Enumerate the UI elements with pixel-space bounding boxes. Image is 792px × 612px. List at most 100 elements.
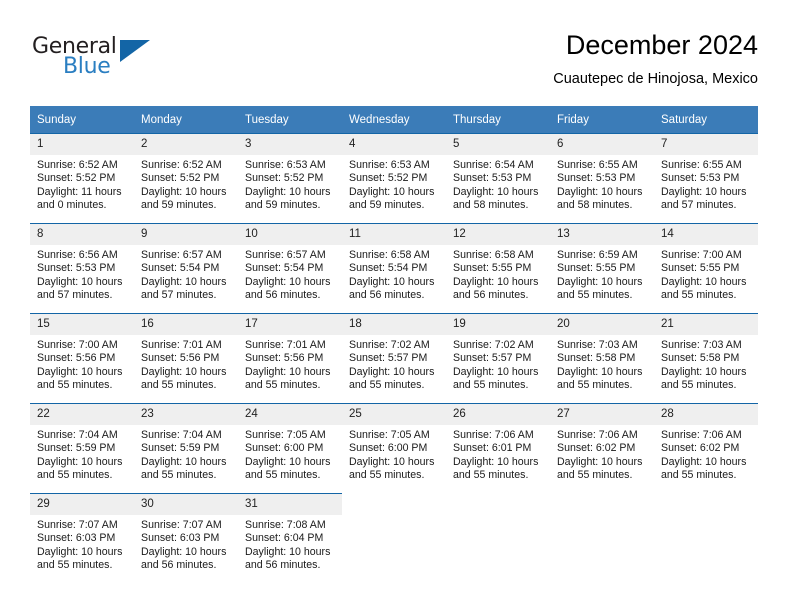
day-cell[interactable]: 3 Sunrise: 6:53 AM Sunset: 5:52 PM Dayli… [238, 133, 342, 224]
day-number: 16 [134, 314, 238, 335]
day-cell[interactable]: 18 Sunrise: 7:02 AM Sunset: 5:57 PM Dayl… [342, 313, 446, 404]
sunrise-text: Sunrise: 7:01 AM [141, 339, 222, 351]
daylight-text-line1: Daylight: 10 hours [349, 185, 435, 198]
day-cell[interactable]: 31 Sunrise: 7:08 AM Sunset: 6:04 PM Dayl… [238, 493, 342, 582]
daylight-text-line2: and 59 minutes. [141, 198, 217, 211]
day-cell[interactable]: 10 Sunrise: 6:57 AM Sunset: 5:54 PM Dayl… [238, 223, 342, 314]
weekday-header-tuesday: Tuesday [238, 106, 342, 134]
day-cell[interactable]: 6 Sunrise: 6:55 AM Sunset: 5:53 PM Dayli… [550, 133, 654, 224]
day-cell[interactable]: 29 Sunrise: 7:07 AM Sunset: 6:03 PM Dayl… [30, 493, 134, 582]
day-cell[interactable]: 27 Sunrise: 7:06 AM Sunset: 6:02 PM Dayl… [550, 403, 654, 494]
day-cell[interactable]: 12 Sunrise: 6:58 AM Sunset: 5:55 PM Dayl… [446, 223, 550, 314]
week-row: 29 Sunrise: 7:07 AM Sunset: 6:03 PM Dayl… [30, 493, 758, 582]
week-row: 8 Sunrise: 6:56 AM Sunset: 5:53 PM Dayli… [30, 223, 758, 314]
day-details: Sunrise: 7:06 AM Sunset: 6:02 PM Dayligh… [550, 425, 654, 482]
sunset-text: Sunset: 5:59 PM [141, 442, 220, 455]
day-cell[interactable]: 13 Sunrise: 6:59 AM Sunset: 5:55 PM Dayl… [550, 223, 654, 314]
day-cell[interactable]: 20 Sunrise: 7:03 AM Sunset: 5:58 PM Dayl… [550, 313, 654, 404]
day-cell[interactable]: 30 Sunrise: 7:07 AM Sunset: 6:03 PM Dayl… [134, 493, 238, 582]
day-number: 15 [30, 314, 134, 335]
sunrise-text: Sunrise: 6:53 AM [245, 159, 326, 171]
daylight-text-line2: and 55 minutes. [37, 378, 113, 391]
sunset-text: Sunset: 6:03 PM [141, 532, 220, 545]
daylight-text-line2: and 55 minutes. [141, 468, 217, 481]
day-cell[interactable]: 4 Sunrise: 6:53 AM Sunset: 5:52 PM Dayli… [342, 133, 446, 224]
daylight-text-line2: and 57 minutes. [141, 288, 217, 301]
day-cell[interactable]: 16 Sunrise: 7:01 AM Sunset: 5:56 PM Dayl… [134, 313, 238, 404]
day-cell[interactable]: 11 Sunrise: 6:58 AM Sunset: 5:54 PM Dayl… [342, 223, 446, 314]
sunset-text: Sunset: 5:53 PM [453, 172, 532, 185]
empty-day-cell [342, 494, 446, 582]
day-cell[interactable]: 15 Sunrise: 7:00 AM Sunset: 5:56 PM Dayl… [30, 313, 134, 404]
sunrise-text: Sunrise: 6:57 AM [141, 249, 222, 261]
day-details: Sunrise: 7:07 AM Sunset: 6:03 PM Dayligh… [134, 515, 238, 572]
day-cell[interactable]: 23 Sunrise: 7:04 AM Sunset: 5:59 PM Dayl… [134, 403, 238, 494]
sunset-text: Sunset: 5:52 PM [349, 172, 428, 185]
day-cell[interactable]: 14 Sunrise: 7:00 AM Sunset: 5:55 PM Dayl… [654, 223, 758, 314]
day-details: Sunrise: 7:00 AM Sunset: 5:56 PM Dayligh… [30, 335, 134, 392]
sunset-text: Sunset: 5:52 PM [141, 172, 220, 185]
weekday-header-friday: Friday [550, 106, 654, 134]
calendar-table: Sunday Monday Tuesday Wednesday Thursday… [30, 106, 758, 582]
daylight-text-line1: Daylight: 10 hours [37, 275, 123, 288]
day-cell[interactable]: 1 Sunrise: 6:52 AM Sunset: 5:52 PM Dayli… [30, 133, 134, 224]
day-number: 3 [238, 134, 342, 155]
sunset-text: Sunset: 5:56 PM [245, 352, 324, 365]
daylight-text-line1: Daylight: 10 hours [557, 275, 643, 288]
day-cell[interactable]: 22 Sunrise: 7:04 AM Sunset: 5:59 PM Dayl… [30, 403, 134, 494]
day-cell[interactable]: 24 Sunrise: 7:05 AM Sunset: 6:00 PM Dayl… [238, 403, 342, 494]
day-details: Sunrise: 7:06 AM Sunset: 6:01 PM Dayligh… [446, 425, 550, 482]
day-number: 14 [654, 224, 758, 245]
day-cell[interactable]: 5 Sunrise: 6:54 AM Sunset: 5:53 PM Dayli… [446, 133, 550, 224]
daylight-text-line2: and 55 minutes. [349, 378, 425, 391]
sunset-text: Sunset: 5:54 PM [245, 262, 324, 275]
day-number: 17 [238, 314, 342, 335]
daylight-text-line2: and 58 minutes. [557, 198, 633, 211]
daylight-text-line2: and 55 minutes. [557, 288, 633, 301]
daylight-text-line1: Daylight: 10 hours [453, 455, 539, 468]
daylight-text-line2: and 56 minutes. [141, 558, 217, 571]
daylight-text-line1: Daylight: 10 hours [349, 275, 435, 288]
daylight-text-line1: Daylight: 10 hours [141, 365, 227, 378]
day-cell[interactable]: 26 Sunrise: 7:06 AM Sunset: 6:01 PM Dayl… [446, 403, 550, 494]
day-cell[interactable]: 28 Sunrise: 7:06 AM Sunset: 6:02 PM Dayl… [654, 403, 758, 494]
week-row: 22 Sunrise: 7:04 AM Sunset: 5:59 PM Dayl… [30, 403, 758, 494]
sunrise-text: Sunrise: 7:04 AM [141, 429, 222, 441]
weekday-header-thursday: Thursday [446, 106, 550, 134]
day-number: 19 [446, 314, 550, 335]
daylight-text-line1: Daylight: 10 hours [557, 455, 643, 468]
sunset-text: Sunset: 5:57 PM [349, 352, 428, 365]
day-cell[interactable]: 21 Sunrise: 7:03 AM Sunset: 5:58 PM Dayl… [654, 313, 758, 404]
day-cell[interactable]: 2 Sunrise: 6:52 AM Sunset: 5:52 PM Dayli… [134, 133, 238, 224]
day-cell[interactable]: 17 Sunrise: 7:01 AM Sunset: 5:56 PM Dayl… [238, 313, 342, 404]
sunrise-text: Sunrise: 7:04 AM [37, 429, 118, 441]
daylight-text-line1: Daylight: 10 hours [245, 545, 331, 558]
sunrise-text: Sunrise: 7:05 AM [245, 429, 326, 441]
daylight-text-line1: Daylight: 10 hours [245, 455, 331, 468]
triangle-icon [120, 40, 150, 62]
sunrise-text: Sunrise: 7:06 AM [661, 429, 742, 441]
day-number: 18 [342, 314, 446, 335]
day-cell[interactable]: 25 Sunrise: 7:05 AM Sunset: 6:00 PM Dayl… [342, 403, 446, 494]
sunset-text: Sunset: 5:52 PM [37, 172, 116, 185]
daylight-text-line2: and 59 minutes. [245, 198, 321, 211]
day-cell[interactable]: 19 Sunrise: 7:02 AM Sunset: 5:57 PM Dayl… [446, 313, 550, 404]
day-number: 2 [134, 134, 238, 155]
calendar-page: General Blue December 2024 Cuautepec de … [0, 0, 792, 612]
sunset-text: Sunset: 5:55 PM [661, 262, 740, 275]
sunset-text: Sunset: 5:54 PM [349, 262, 428, 275]
weekday-header-monday: Monday [134, 106, 238, 134]
day-cell[interactable]: 9 Sunrise: 6:57 AM Sunset: 5:54 PM Dayli… [134, 223, 238, 314]
sunset-text: Sunset: 6:03 PM [37, 532, 116, 545]
day-number: 28 [654, 404, 758, 425]
sunrise-text: Sunrise: 7:02 AM [453, 339, 534, 351]
sunrise-text: Sunrise: 6:58 AM [349, 249, 430, 261]
day-details: Sunrise: 6:53 AM Sunset: 5:52 PM Dayligh… [238, 155, 342, 212]
sunset-text: Sunset: 5:53 PM [557, 172, 636, 185]
brand-logo[interactable]: General Blue [32, 34, 162, 86]
weekday-header-sunday: Sunday [30, 106, 134, 134]
sunrise-text: Sunrise: 6:55 AM [557, 159, 638, 171]
day-cell[interactable]: 7 Sunrise: 6:55 AM Sunset: 5:53 PM Dayli… [654, 133, 758, 224]
empty-day-cell [446, 494, 550, 582]
day-cell[interactable]: 8 Sunrise: 6:56 AM Sunset: 5:53 PM Dayli… [30, 223, 134, 314]
